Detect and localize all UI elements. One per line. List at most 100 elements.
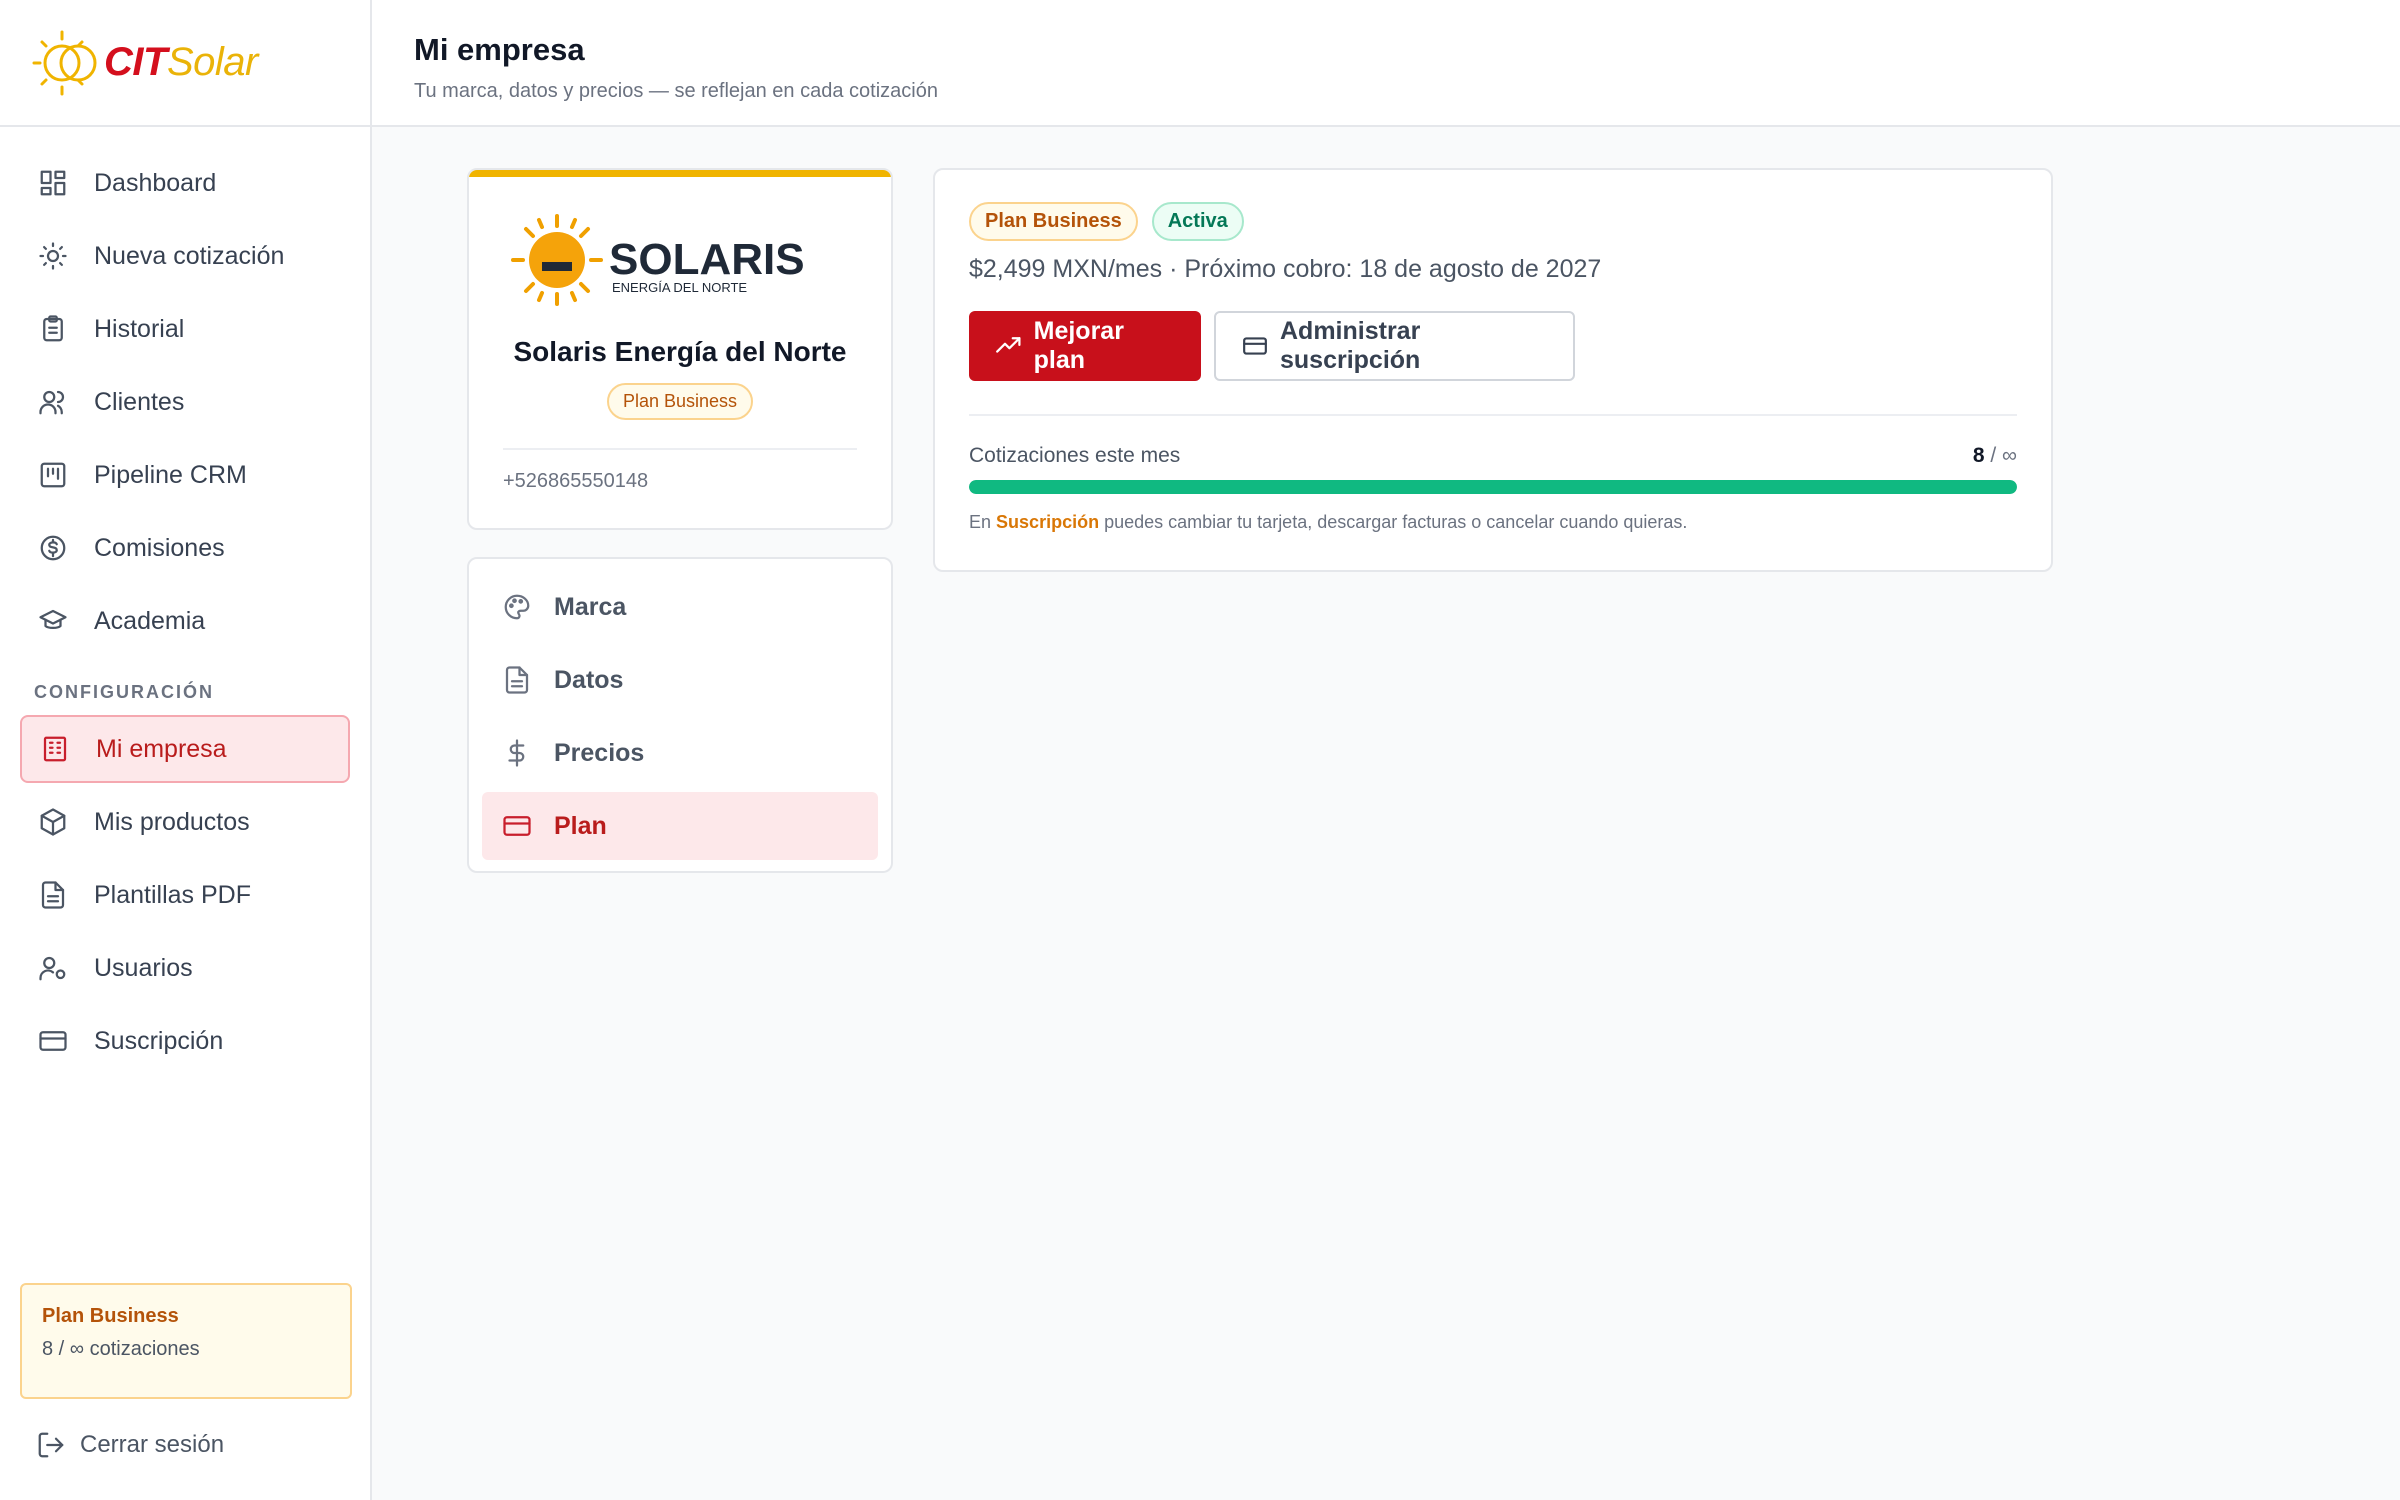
company-menu-marca[interactable]: Marca (482, 573, 878, 641)
manage-subscription-label: Administrar suscripción (1280, 317, 1421, 374)
sun-logo-icon (32, 30, 97, 95)
user-cog-icon (39, 956, 66, 981)
manage-subscription-button[interactable]: Administrar suscripción (1214, 311, 1575, 381)
logout-button[interactable]: Cerrar sesión (36, 1430, 224, 1460)
brand-cit: CIT (104, 40, 167, 84)
sidebar-plan-summary: Plan Business 8 / ∞ cotizaciones (20, 1283, 352, 1399)
company-name: Solaris Energía del Norte (513, 336, 847, 367)
brand-logo[interactable]: CITSolar (0, 0, 370, 127)
usage-progress-fill (969, 480, 2017, 494)
page-subtitle: Tu marca, datos y precios — se reflejan … (414, 80, 938, 102)
status-badge: Activa (1151, 202, 1244, 241)
sidebar-item-label: Plantillas PDF (94, 880, 251, 909)
subscription-note: En Suscripción puedes cambiar tu tarjeta… (969, 512, 2017, 533)
sidebar-item-academia[interactable]: Academia (20, 587, 350, 655)
users-icon (39, 390, 65, 415)
palette-icon (504, 594, 530, 620)
building-icon (43, 736, 67, 762)
company-menu-label: Marca (554, 592, 627, 621)
sidebar-item-clientes[interactable]: Clientes (20, 368, 350, 436)
sidebar-item-mis-productos[interactable]: Mis productos (20, 788, 350, 856)
company-logo-tagline: ENERGÍA DEL NORTE (612, 280, 747, 295)
company-logo-word: SOLARIS (609, 235, 805, 284)
company-plan-pill-wrap: Plan Business (469, 383, 891, 420)
company-card-accent (469, 170, 891, 177)
trending-up-icon (996, 337, 1021, 353)
sidebar-item-label: Comisiones (94, 533, 225, 562)
divider (503, 448, 857, 450)
upgrade-plan-label: Mejorar plan (1033, 317, 1124, 374)
subscription-link[interactable]: Suscripción (996, 512, 1099, 532)
company-phone: +526865550148 (503, 470, 649, 492)
sidebar-item-mi-empresa[interactable]: Mi empresa (20, 715, 350, 783)
divider (969, 414, 2017, 416)
sidebar-item-usuarios[interactable]: Usuarios (20, 934, 350, 1002)
page-header: Mi empresa Tu marca, datos y precios — s… (372, 0, 2400, 127)
page-title: Mi empresa (414, 32, 585, 67)
sidebar-item-plantillas-pdf[interactable]: Plantillas PDF (20, 861, 350, 929)
dollar-icon (508, 739, 525, 767)
clipboard-icon (43, 315, 63, 342)
plan-badges: Plan Business Activa (969, 202, 2017, 241)
sidebar-item-dashboard[interactable]: Dashboard (20, 149, 350, 217)
plan-summary-usage: 8 / ∞ cotizaciones (42, 1338, 200, 1360)
plan-actions: Mejorar plan Administrar suscripción (969, 311, 2017, 381)
file-text-icon (41, 881, 65, 909)
kanban-icon (40, 462, 66, 488)
card-icon (503, 816, 531, 836)
sidebar: CITSolar Dashboard Nueva cotización Hist… (0, 0, 372, 1500)
dollar-circle-icon (40, 535, 66, 561)
company-menu-label: Precios (554, 738, 645, 767)
company-logo: SOLARIS ENERGÍA DEL NORTE (511, 214, 805, 306)
graduation-cap-icon (39, 609, 67, 629)
sun-icon (39, 242, 67, 270)
sidebar-item-label: Dashboard (94, 168, 217, 197)
brand-name: CITSolar (104, 40, 258, 85)
plan-price: $2,499 MXN/mes · Próximo cobro: 18 de ag… (969, 255, 1602, 283)
plan-summary-title: Plan Business (42, 1305, 179, 1327)
logout-icon (38, 1432, 64, 1458)
sidebar-item-label: Historial (94, 314, 185, 343)
sidebar-item-pipeline-crm[interactable]: Pipeline CRM (20, 441, 350, 509)
company-menu-label: Datos (554, 665, 624, 694)
usage-row: Cotizaciones este mes 8 / ∞ (969, 444, 2017, 468)
company-plan-pill: Plan Business (606, 383, 754, 420)
sidebar-item-label: Usuarios (94, 953, 193, 982)
section-label-configuracion: CONFIGURACIÓN (34, 682, 214, 702)
company-menu-label: Plan (554, 811, 607, 840)
sidebar-item-label: Nueva cotización (94, 241, 285, 270)
sidebar-item-suscripcion[interactable]: Suscripción (20, 1007, 350, 1075)
company-menu-datos[interactable]: Datos (482, 646, 878, 714)
plan-card: Plan Business Activa $2,499 MXN/mes · Pr… (933, 168, 2053, 572)
sidebar-item-label: Suscripción (94, 1026, 224, 1055)
package-icon (40, 808, 66, 836)
sidebar-item-label: Mis productos (94, 807, 250, 836)
company-menu-plan[interactable]: Plan (482, 792, 878, 860)
brand-solar: Solar (166, 40, 258, 84)
note-suffix: puedes cambiar tu tarjeta, descargar fac… (1104, 512, 1688, 532)
sidebar-item-label: Mi empresa (96, 734, 227, 763)
main-nav: Dashboard Nueva cotización Historial Cli… (0, 127, 370, 1075)
company-settings-menu: Marca Datos Precios Plan (467, 557, 893, 873)
sidebar-item-label: Pipeline CRM (94, 460, 247, 489)
sidebar-item-label: Academia (94, 606, 206, 635)
note-prefix: En (969, 512, 992, 532)
usage-value: 8 / ∞ (1973, 444, 2017, 468)
credit-card-icon (39, 1031, 67, 1051)
document-icon (505, 666, 529, 694)
credit-card-icon (1243, 337, 1267, 355)
sidebar-item-label: Clientes (94, 387, 185, 416)
sidebar-item-historial[interactable]: Historial (20, 295, 350, 363)
logout-label: Cerrar sesión (80, 1431, 225, 1458)
sidebar-item-nueva-cotizacion[interactable]: Nueva cotización (20, 222, 350, 290)
usage-progress-bar (969, 480, 2017, 494)
sidebar-item-comisiones[interactable]: Comisiones (20, 514, 350, 582)
plan-badge: Plan Business (969, 202, 1138, 241)
usage-limit: / ∞ (1990, 444, 2017, 467)
usage-label: Cotizaciones este mes (969, 444, 1181, 467)
company-menu-precios[interactable]: Precios (482, 719, 878, 787)
company-card: SOLARIS ENERGÍA DEL NORTE Solaris Energí… (467, 168, 893, 530)
usage-count: 8 (1972, 444, 1985, 467)
upgrade-plan-button[interactable]: Mejorar plan (969, 311, 1201, 381)
dashboard-icon (40, 170, 66, 196)
